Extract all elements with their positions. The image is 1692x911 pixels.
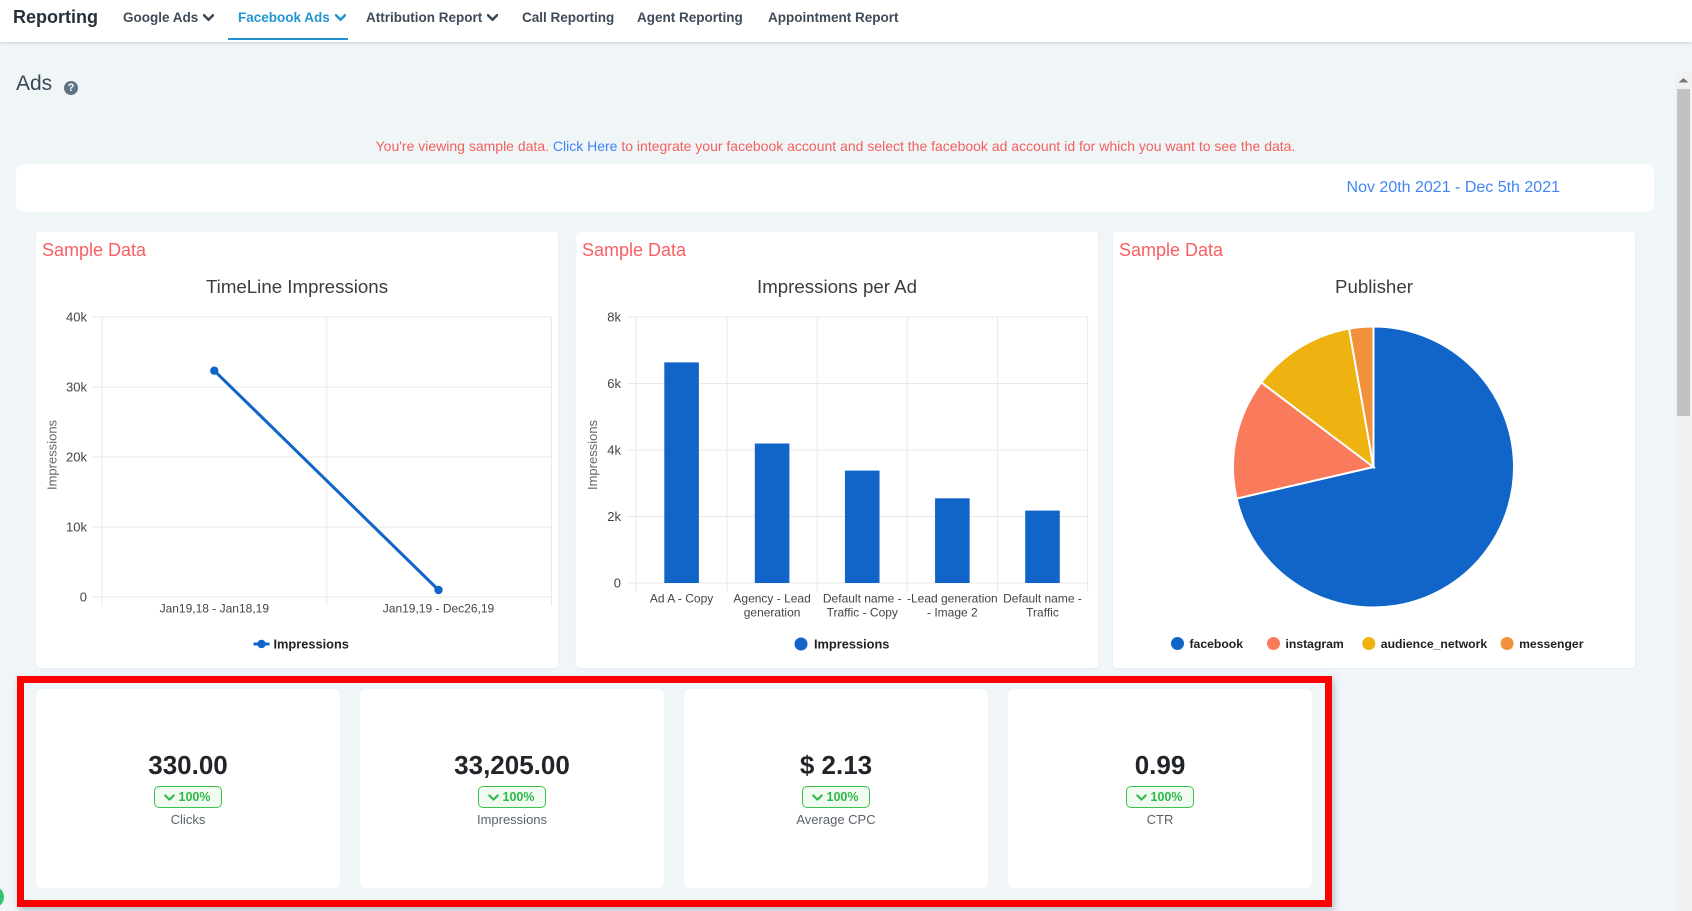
svg-text:20k: 20k xyxy=(66,450,87,465)
svg-text:Default name -: Default name - xyxy=(1003,592,1082,606)
svg-text:- Image 2: - Image 2 xyxy=(927,606,978,620)
svg-text:Traffic: Traffic xyxy=(1026,606,1059,620)
svg-text:Jan19,18 - Jan18,19: Jan19,18 - Jan18,19 xyxy=(160,602,270,616)
svg-text:Impressions: Impressions xyxy=(274,637,349,652)
svg-text:40k: 40k xyxy=(66,310,87,325)
svg-text:Jan19,19 - Dec26,19: Jan19,19 - Dec26,19 xyxy=(383,602,495,616)
svg-text:generation: generation xyxy=(744,606,801,620)
svg-text:10k: 10k xyxy=(66,520,87,535)
svg-text:Default name -: Default name - xyxy=(823,592,902,606)
svg-text:2k: 2k xyxy=(607,509,621,524)
svg-text:4k: 4k xyxy=(607,443,621,458)
svg-text:facebook: facebook xyxy=(1190,637,1244,651)
svg-text:30k: 30k xyxy=(66,380,87,395)
svg-text:Agency - Lead: Agency - Lead xyxy=(733,592,810,606)
svg-text:Impressions per Ad: Impressions per Ad xyxy=(757,276,917,297)
svg-text:Impressions: Impressions xyxy=(814,637,889,652)
svg-text:6k: 6k xyxy=(607,376,621,391)
svg-text:Impressions: Impressions xyxy=(45,419,60,490)
svg-text:0: 0 xyxy=(80,590,87,605)
svg-text:0: 0 xyxy=(614,576,621,591)
svg-text:Ad A - Copy: Ad A - Copy xyxy=(650,592,713,606)
svg-text:Publisher: Publisher xyxy=(1335,276,1413,297)
svg-text:Traffic - Copy: Traffic - Copy xyxy=(827,606,898,620)
svg-text:TimeLine Impressions: TimeLine Impressions xyxy=(206,276,388,297)
svg-text:Impressions: Impressions xyxy=(585,419,600,490)
svg-text:instagram: instagram xyxy=(1286,637,1344,651)
svg-text:audience_network: audience_network xyxy=(1381,637,1488,651)
svg-text:messenger: messenger xyxy=(1519,637,1584,651)
svg-text:8k: 8k xyxy=(607,310,621,325)
svg-text:-Lead generation: -Lead generation xyxy=(907,592,998,606)
